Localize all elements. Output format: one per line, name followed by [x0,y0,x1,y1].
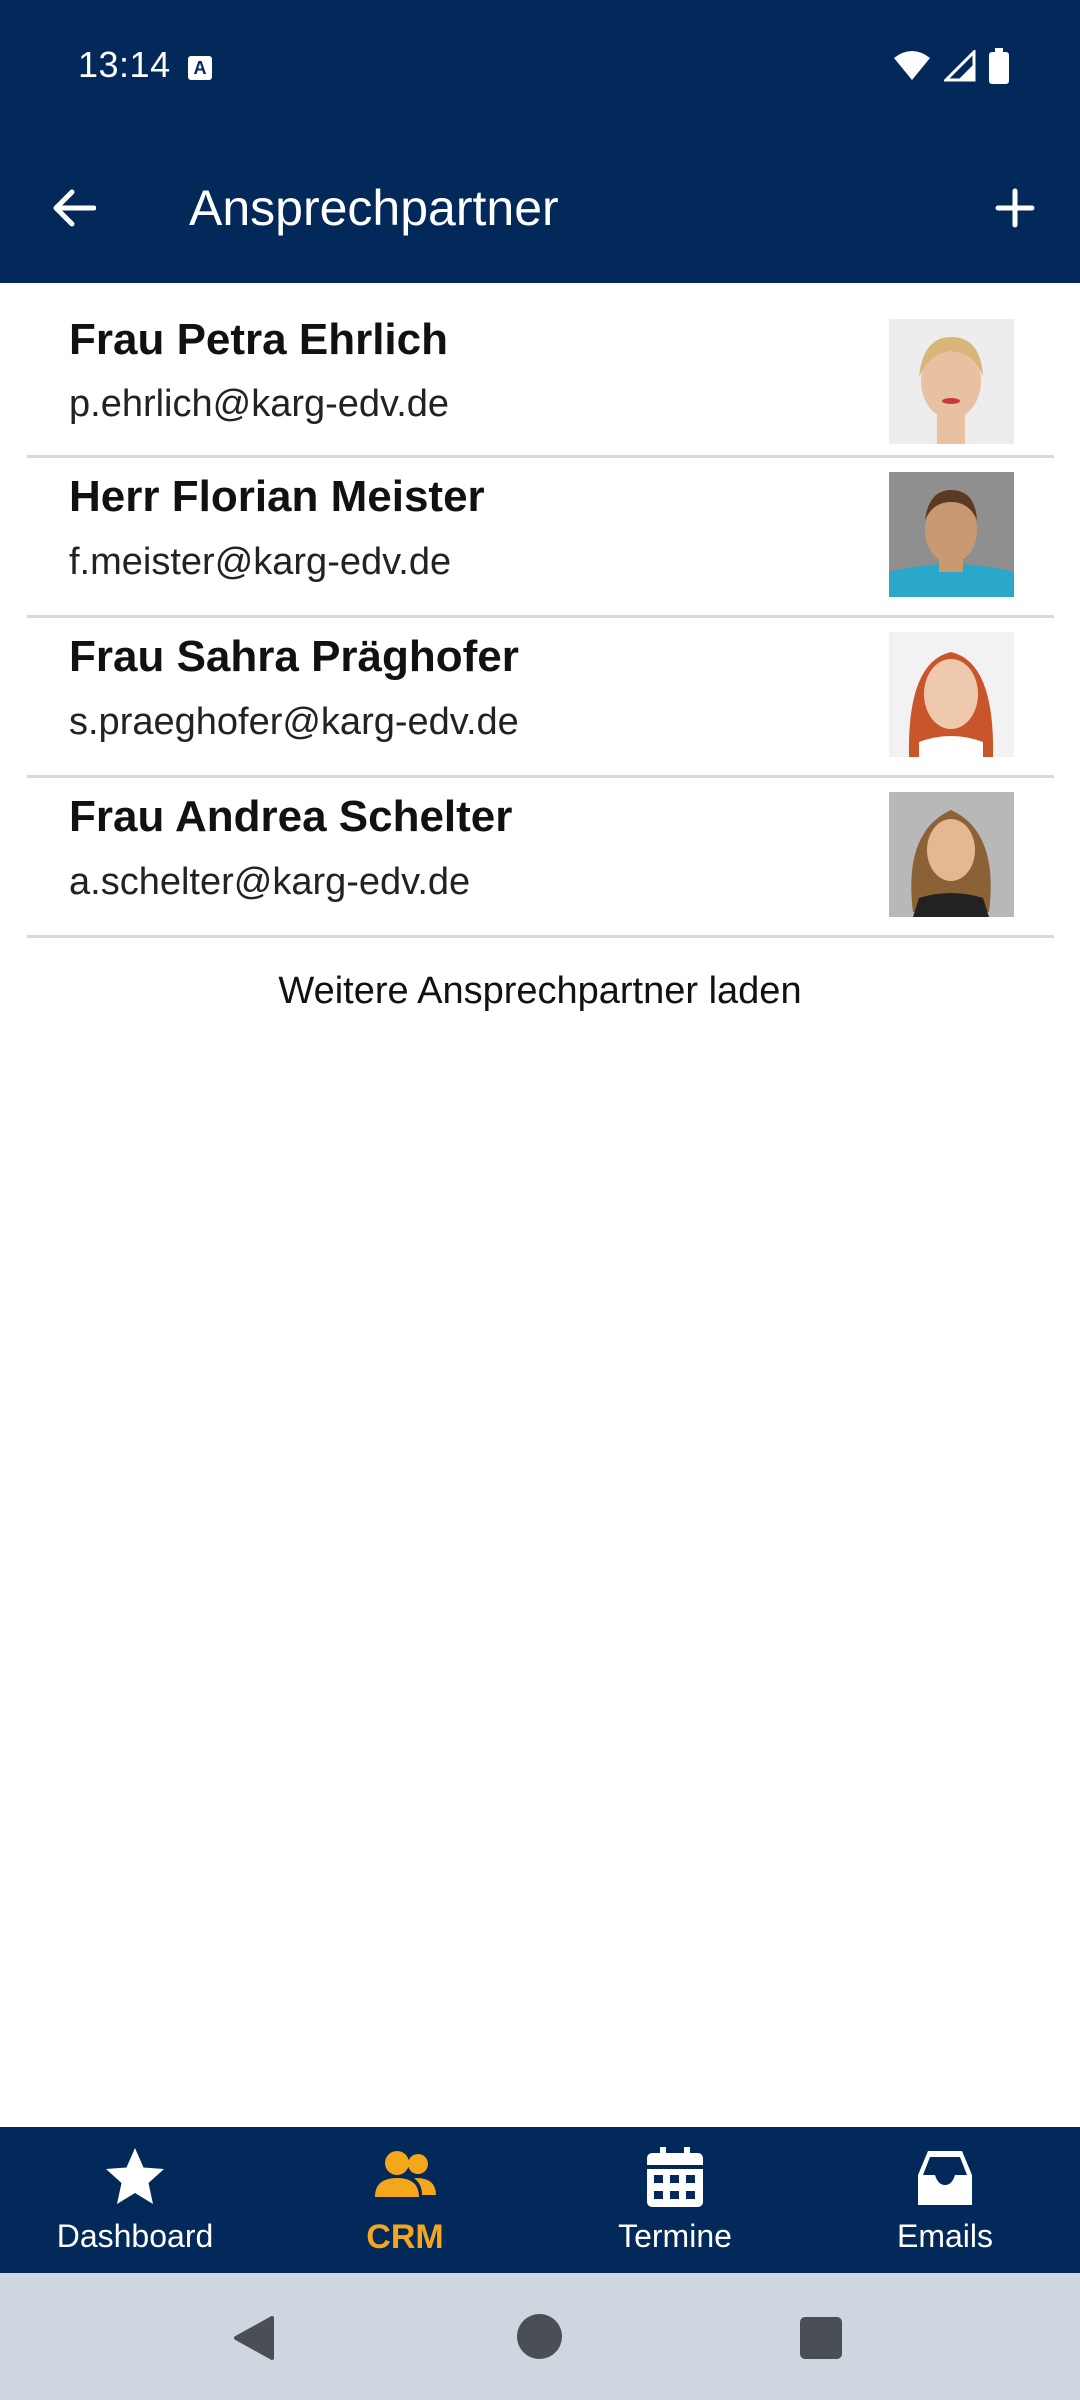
app-bar: Ansprechpartner [0,135,1080,283]
status-bar: 13:14 [0,0,1080,135]
contact-name: Frau Sahra Präghofer [69,632,519,681]
system-navigation-bar [0,2273,1080,2400]
page-title: Ansprechpartner [189,180,559,236]
contact-email: f.meister@karg-edv.de [69,541,452,583]
add-contact-button[interactable] [980,173,1050,243]
contact-name: Herr Florian Meister [69,472,485,521]
nav-emails[interactable]: Emails [810,2127,1080,2273]
nav-crm[interactable]: CRM [270,2127,540,2273]
list-item[interactable]: Frau Andrea Schelter a.schelter@karg-edv… [27,778,1054,938]
plus-icon [995,188,1035,228]
list-item[interactable]: Frau Petra Ehrlich p.ehrlich@karg-edv.de [27,283,1054,458]
status-time: 13:14 [78,44,171,85]
nav-dashboard[interactable]: Dashboard [0,2127,270,2273]
inbox-icon [918,2151,972,2205]
signal-icon [944,50,976,82]
battery-icon [989,48,1009,84]
people-icon [375,2151,436,2197]
star-icon [106,2148,164,2204]
avatar [889,632,1014,757]
nav-label: Emails [896,2218,993,2254]
nav-label: CRM [366,2218,444,2256]
system-back-icon[interactable] [232,2315,276,2361]
avatar [889,319,1014,444]
system-recents-icon[interactable] [800,2317,842,2359]
list-item[interactable]: Herr Florian Meister f.meister@karg-edv.… [27,458,1054,618]
avatar [889,472,1014,597]
contact-email: s.praeghofer@karg-edv.de [69,701,519,743]
wifi-icon [894,51,930,80]
system-home-icon[interactable] [517,2314,562,2359]
contact-list: Frau Petra Ehrlich p.ehrlich@karg-edv.de… [27,283,1054,938]
load-more-link[interactable]: Weitere Ansprechpartner laden [0,970,1080,1013]
accessibility-icon [188,56,212,80]
list-item[interactable]: Frau Sahra Präghofer s.praeghofer@karg-e… [27,618,1054,778]
nav-label: Termine [618,2218,732,2254]
avatar [889,792,1014,917]
arrow-left-icon [53,189,96,227]
back-button[interactable] [38,173,108,243]
contact-name: Frau Andrea Schelter [69,792,513,841]
contact-email: p.ehrlich@karg-edv.de [69,383,450,425]
contact-email: a.schelter@karg-edv.de [69,861,471,903]
bottom-navigation: Dashboard CRM Termine Emails [0,2127,1080,2273]
nav-termine[interactable]: Termine [540,2127,810,2273]
calendar-icon [647,2147,703,2207]
contact-name: Frau Petra Ehrlich [69,315,449,364]
status-icons [892,48,1010,84]
nav-label: Dashboard [56,2218,214,2254]
